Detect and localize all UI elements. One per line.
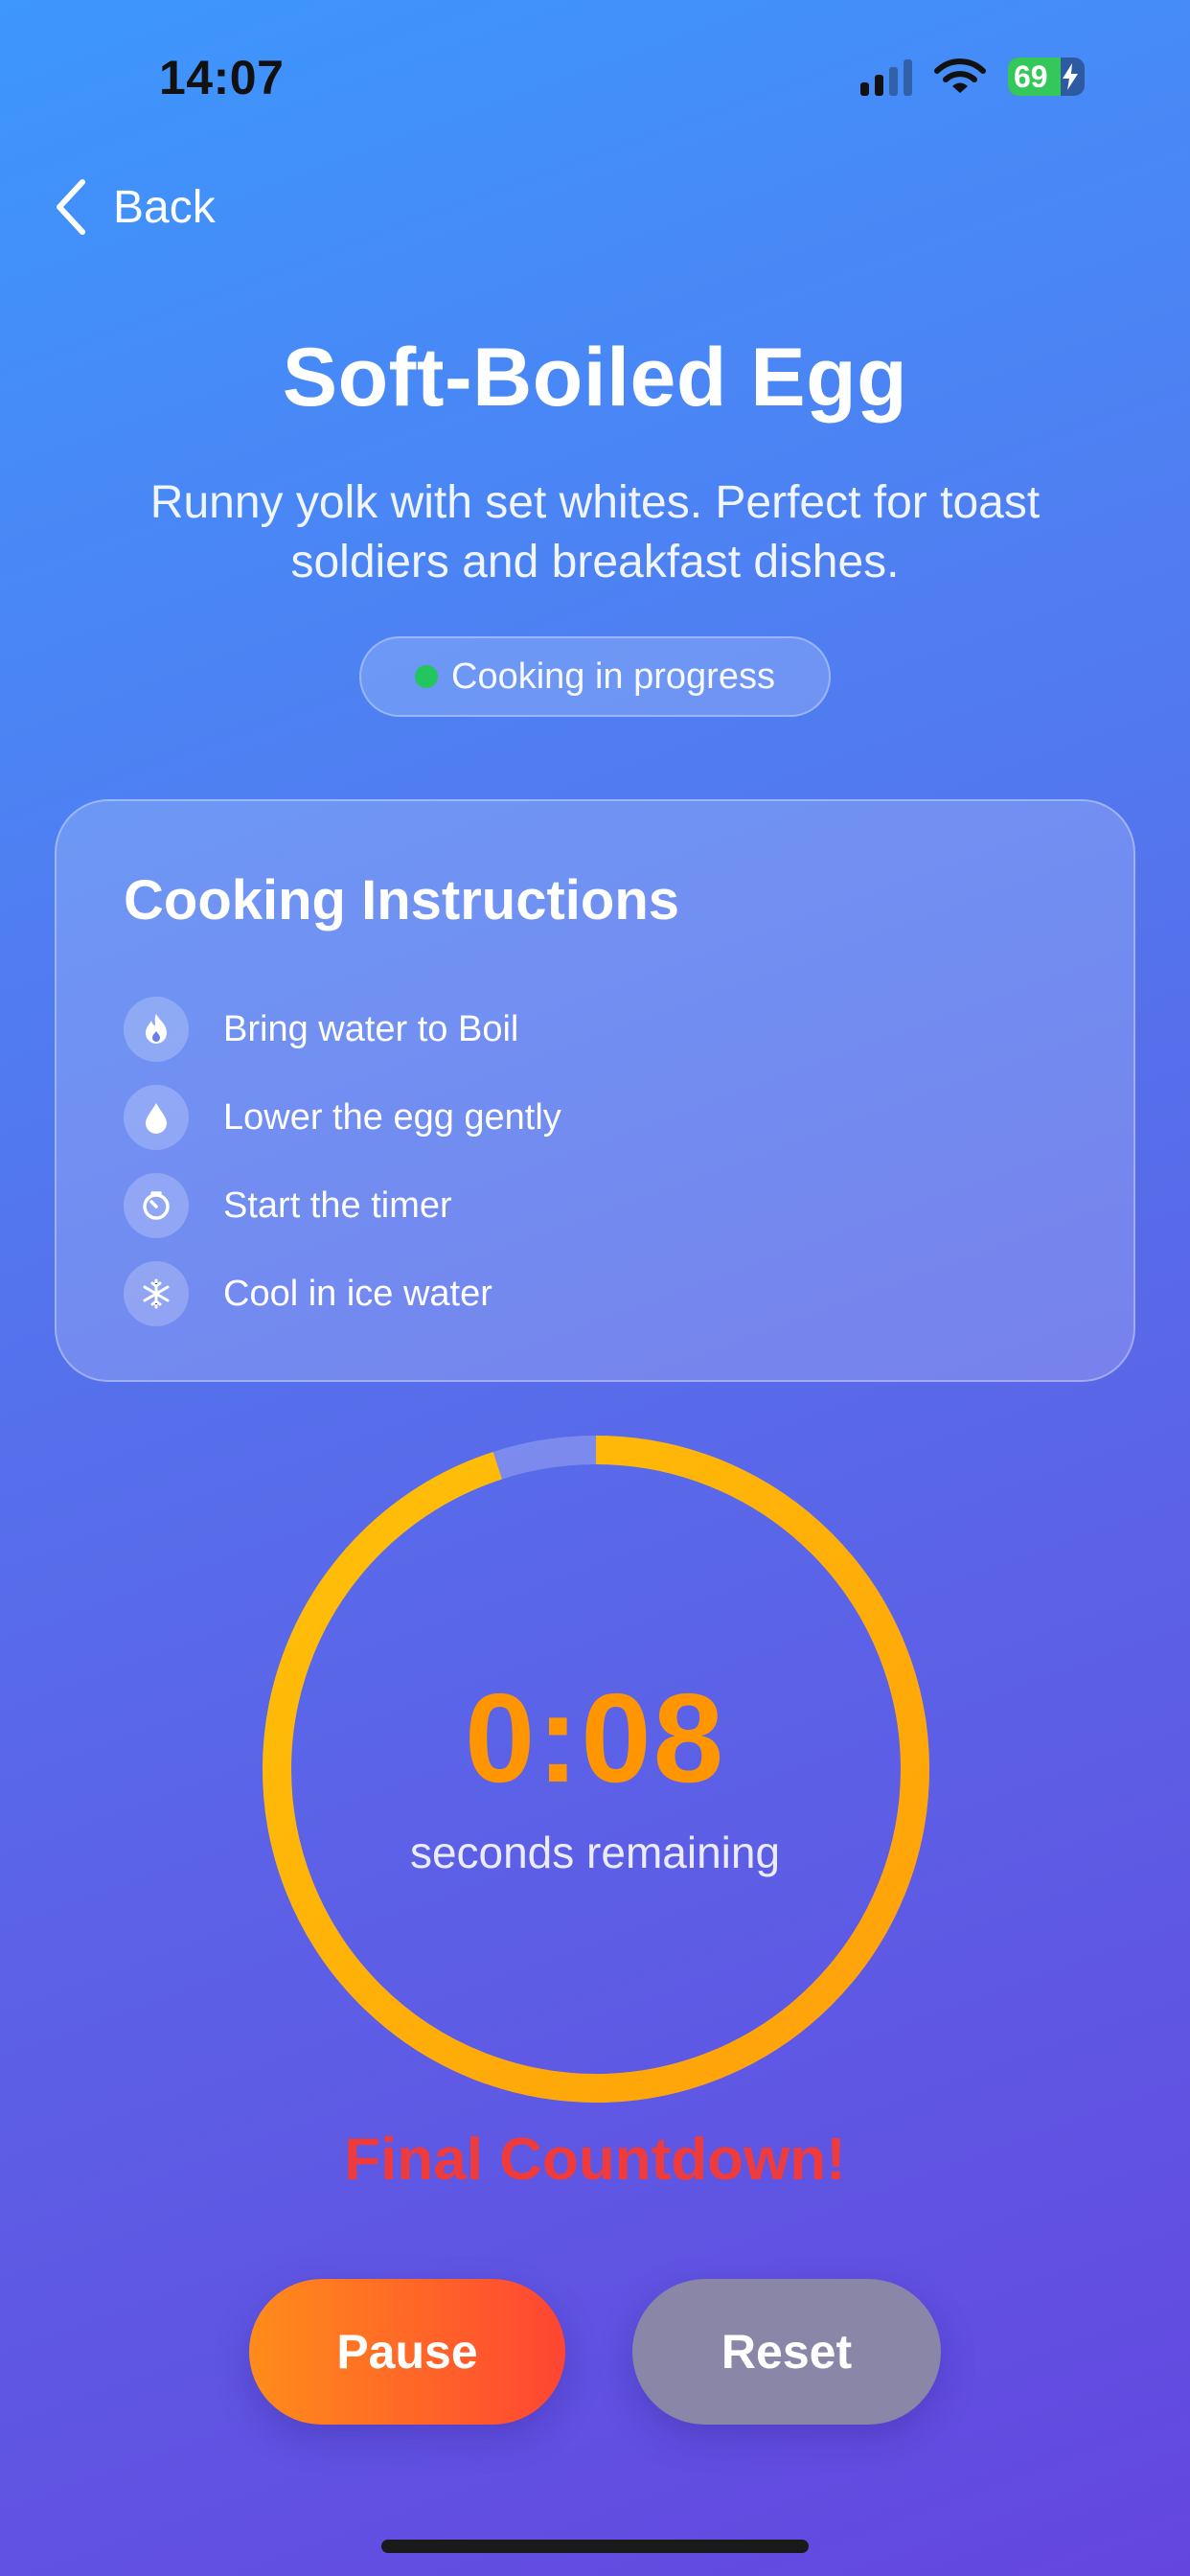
cellular-signal-icon xyxy=(860,58,912,96)
instruction-step: Cool in ice water xyxy=(124,1250,561,1338)
chevron-left-icon xyxy=(57,179,85,235)
back-button[interactable]: Back xyxy=(54,178,216,236)
pause-button[interactable]: Pause xyxy=(249,2279,565,2425)
instruction-step: Bring water to Boil xyxy=(124,985,561,1073)
timer-icon xyxy=(124,1173,189,1238)
battery-icon: 69 xyxy=(1008,58,1085,96)
status-dot xyxy=(415,665,439,688)
instructions-card: Cooking Instructions Bring water to Boil… xyxy=(55,799,1135,1382)
reset-button[interactable]: Reset xyxy=(632,2279,941,2425)
status-badge: Cooking in progress xyxy=(359,636,831,717)
instruction-label: Cool in ice water xyxy=(223,1273,492,1314)
home-indicator xyxy=(381,2540,809,2553)
instruction-label: Start the timer xyxy=(223,1184,452,1226)
recipe-description: Runny yolk with set whites. Perfect for … xyxy=(149,477,1041,587)
droplet-icon xyxy=(124,1085,189,1150)
instruction-label: Bring water to Boil xyxy=(223,1008,519,1049)
snowflake-icon xyxy=(124,1261,189,1326)
status-icons: 69 xyxy=(860,58,1085,96)
instruction-step: Lower the egg gently xyxy=(124,1073,561,1162)
charging-bolt-icon xyxy=(1063,63,1078,90)
instruction-label: Lower the egg gently xyxy=(223,1096,561,1138)
wifi-icon xyxy=(934,58,986,93)
status-time: 14:07 xyxy=(159,51,285,104)
battery-level: 69 xyxy=(1014,58,1048,94)
timer-value: 0:08 xyxy=(464,1668,726,1808)
instructions-list: Bring water to Boil Lower the egg gently… xyxy=(124,985,561,1338)
final-countdown-alert: Final Countdown! xyxy=(344,2127,846,2193)
page-title: Soft-Boiled Egg xyxy=(282,332,908,424)
timer-caption: seconds remaining xyxy=(409,1828,781,1877)
status-label: Cooking in progress xyxy=(451,656,775,697)
flame-icon xyxy=(124,997,189,1062)
instruction-step: Start the timer xyxy=(124,1162,561,1250)
instructions-title: Cooking Instructions xyxy=(124,869,679,932)
back-label: Back xyxy=(113,181,216,233)
